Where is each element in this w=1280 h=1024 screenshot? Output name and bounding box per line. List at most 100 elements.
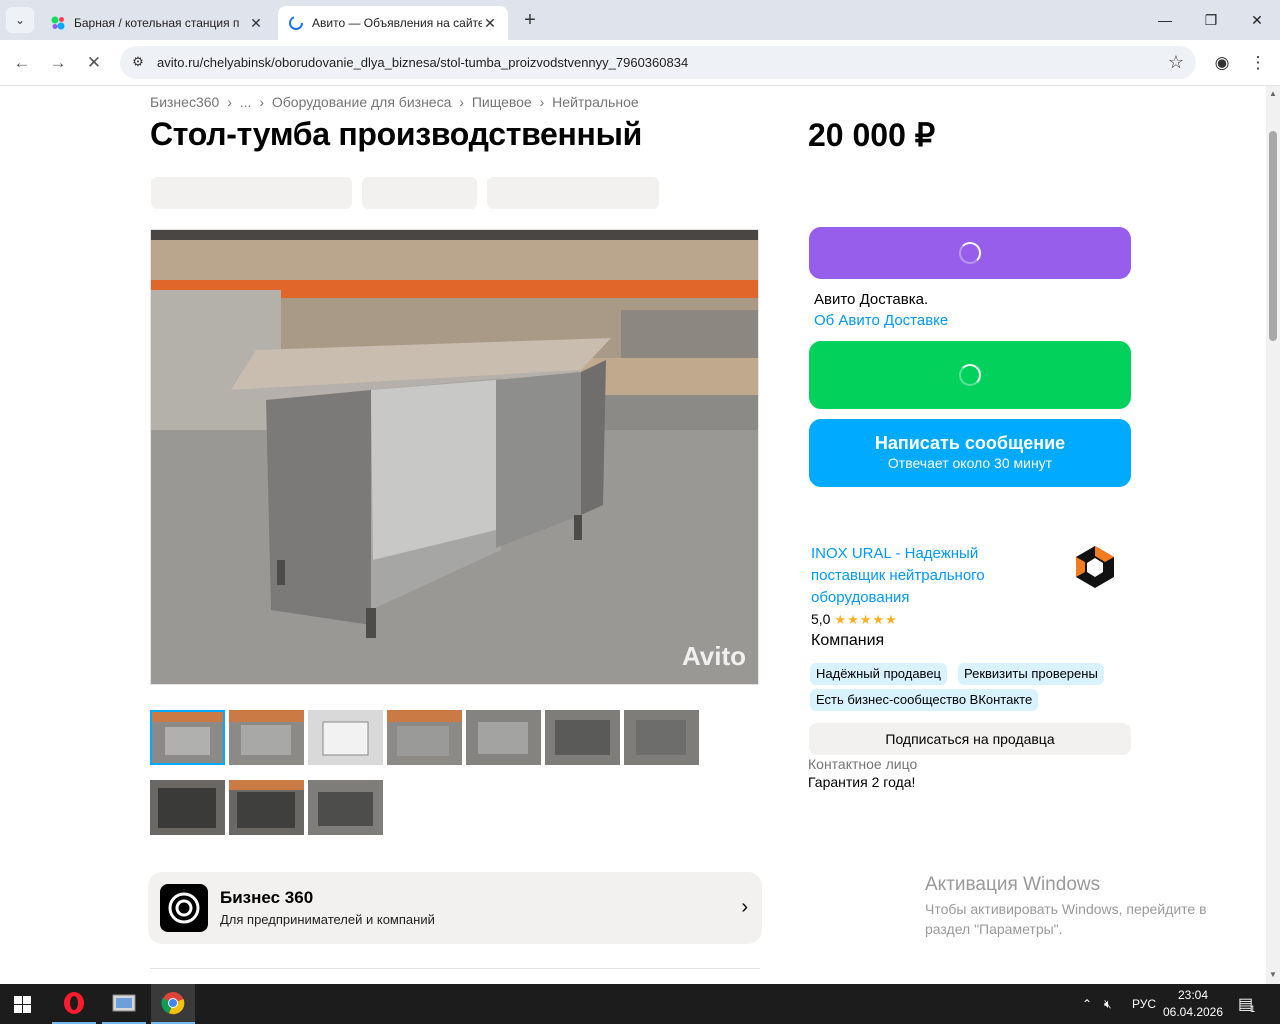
show-phone-button[interactable]	[809, 341, 1131, 409]
avito-favicon-icon	[51, 16, 65, 30]
divider	[150, 968, 760, 969]
profile-icon[interactable]: ◉	[1210, 51, 1234, 75]
business360-title: Бизнес 360	[220, 888, 314, 907]
write-message-button[interactable]: Написать сообщение Отвечает около 30 мин…	[809, 419, 1131, 487]
forward-button[interactable]: →	[46, 51, 70, 75]
stop-loading-button[interactable]: ✕	[82, 51, 106, 75]
explorer-taskbar-icon[interactable]	[102, 984, 146, 1024]
back-button[interactable]: ←	[10, 51, 34, 75]
menu-kebab-icon[interactable]: ⋮	[1246, 51, 1270, 75]
bookmark-star-icon[interactable]: ☆	[1168, 52, 1184, 73]
seller-logo-icon[interactable]	[1073, 544, 1117, 590]
thumbnail[interactable]	[308, 710, 383, 765]
notifications-icon[interactable]: ▤ 1	[1238, 984, 1255, 1024]
avito-watermark: Avito	[681, 641, 746, 671]
breadcrumb-ellipsis[interactable]: ...	[240, 94, 252, 110]
page-content: Бизнес360 › ... › Оборудование для бизне…	[0, 86, 1266, 984]
thumbnail[interactable]	[466, 710, 541, 765]
thumbnail[interactable]	[545, 710, 620, 765]
page-title: Стол-тумба производственный	[150, 116, 642, 152]
contact-person-label: Контактное лицо	[808, 756, 918, 772]
main-photo[interactable]: Avito	[150, 229, 759, 685]
response-time-label: Отвечает около 30 минут	[887, 455, 1053, 471]
tab-strip: ⌄ Барная / котельная станция п ✕ Авито —…	[0, 0, 1280, 40]
scroll-thumb[interactable]	[1269, 131, 1277, 341]
delivery-info-link[interactable]: Об Авито Доставке	[814, 312, 948, 329]
close-icon[interactable]: ✕	[482, 15, 498, 32]
seller-rating: 5,0 ★★★★★	[811, 611, 898, 628]
breadcrumb-separator: ›	[227, 94, 232, 110]
breadcrumb-separator: ›	[259, 94, 264, 110]
browser-toolbar: ← → ✕ ⚙ avito.ru/chelyabinsk/oborudovani…	[0, 40, 1280, 86]
breadcrumb-separator: ›	[539, 94, 545, 110]
thumbnail[interactable]	[229, 710, 304, 765]
tab-search-button[interactable]: ⌄	[6, 7, 34, 33]
clock-date: 06.04.2026	[1162, 1005, 1224, 1019]
price: 20 000 ₽	[808, 117, 936, 153]
breadcrumb-separator: ›	[459, 94, 464, 110]
breadcrumb: Бизнес360 › ... › Оборудование для бизне…	[150, 94, 643, 110]
language-indicator[interactable]: РУС	[1132, 984, 1156, 1024]
loading-spinner-icon	[959, 364, 981, 386]
activation-text: Чтобы активировать Windows, перейдите в …	[925, 901, 1207, 937]
guarantee-text: Гарантия 2 года!	[808, 774, 916, 790]
activation-title: Активация Windows	[925, 874, 1101, 895]
breadcrumb-neutral[interactable]: Нейтральное	[552, 94, 638, 110]
system-clock[interactable]: 23:04 06.04.2026	[1162, 987, 1224, 1021]
thumbnail[interactable]	[308, 780, 383, 835]
seller-type: Компания	[811, 632, 885, 649]
url-text[interactable]: avito.ru/chelyabinsk/oborudovanie_dlya_b…	[157, 55, 688, 70]
skeleton-placeholder	[362, 177, 477, 209]
breadcrumb-equipment[interactable]: Оборудование для бизнеса	[272, 94, 451, 110]
chevron-right-icon: ›	[741, 896, 748, 918]
breadcrumb-food[interactable]: Пищевое	[472, 94, 532, 110]
windows-start-icon[interactable]	[14, 996, 31, 1013]
breadcrumb-business360[interactable]: Бизнес360	[150, 94, 219, 110]
thumbnail[interactable]	[150, 710, 225, 765]
scroll-up-icon[interactable]: ▲	[1269, 89, 1277, 98]
badge-reliable-seller: Надёжный продавец	[810, 663, 947, 685]
tray-expand-icon[interactable]: ⌃	[1082, 984, 1092, 1024]
windows-taskbar: ⌃ 🔇︎ РУС 23:04 06.04.2026 ▤ 1	[0, 984, 1280, 1024]
windows-activation-watermark: Активация Windows Чтобы активировать Win…	[925, 874, 1245, 939]
tab-barnaya[interactable]: Барная / котельная станция п ✕	[40, 6, 274, 40]
thumbnail[interactable]	[387, 710, 462, 765]
page-scrollbar[interactable]: ▲ ▼	[1266, 86, 1280, 984]
business360-banner[interactable]: Бизнес 360 Для предпринимателей и компан…	[148, 872, 762, 944]
seller-name-link[interactable]: INOX URAL - Надежный поставщик нейтральн…	[811, 543, 1031, 609]
site-settings-icon[interactable]: ⚙	[129, 53, 147, 71]
address-bar[interactable]: ⚙ avito.ru/chelyabinsk/oborudovanie_dlya…	[120, 46, 1196, 79]
close-icon[interactable]: ✕	[248, 15, 264, 32]
new-tab-button[interactable]: +	[518, 9, 542, 33]
skeleton-placeholder	[487, 177, 659, 209]
thumbnail[interactable]	[624, 710, 699, 765]
tab-avito[interactable]: Авито — Объявления на сайте ✕	[278, 6, 508, 40]
close-window-button[interactable]: ✕	[1234, 0, 1280, 40]
badge-vk-community: Есть бизнес-сообщество ВКонтакте	[810, 689, 1039, 711]
volume-muted-icon[interactable]: 🔇︎	[1104, 984, 1112, 1024]
subscribe-seller-button[interactable]: Подписаться на продавца	[809, 723, 1131, 755]
minimize-button[interactable]: —	[1142, 0, 1188, 40]
buy-with-delivery-button[interactable]	[809, 227, 1131, 279]
notification-count: 1	[1250, 1004, 1256, 1014]
delivery-text: Авито Доставка.	[814, 291, 929, 308]
chevron-down-icon: ⌄	[14, 13, 26, 27]
scroll-down-icon[interactable]: ▼	[1269, 970, 1277, 979]
thumbnail[interactable]	[229, 780, 304, 835]
business360-logo-icon	[160, 884, 208, 932]
badge-verified-details: Реквизиты проверены	[958, 663, 1104, 685]
opera-taskbar-icon[interactable]	[52, 984, 96, 1024]
rating-stars-icon: ★★★★★	[834, 612, 898, 627]
thumbnail[interactable]	[150, 780, 225, 835]
write-message-label: Написать сообщение	[874, 433, 1066, 453]
business360-subtitle: Для предпринимателей и компаний	[220, 912, 435, 927]
product-photo-image	[151, 230, 758, 684]
restore-button[interactable]: ❐	[1188, 0, 1234, 40]
loading-spinner-icon	[959, 242, 981, 264]
tab-title: Барная / котельная станция п	[74, 16, 240, 30]
tab-title: Авито — Объявления на сайте	[312, 16, 482, 30]
loading-favicon-icon	[289, 16, 303, 30]
rating-value: 5,0	[811, 611, 831, 627]
chrome-taskbar-icon[interactable]	[151, 984, 195, 1024]
clock-time: 23:04	[1177, 988, 1209, 1002]
